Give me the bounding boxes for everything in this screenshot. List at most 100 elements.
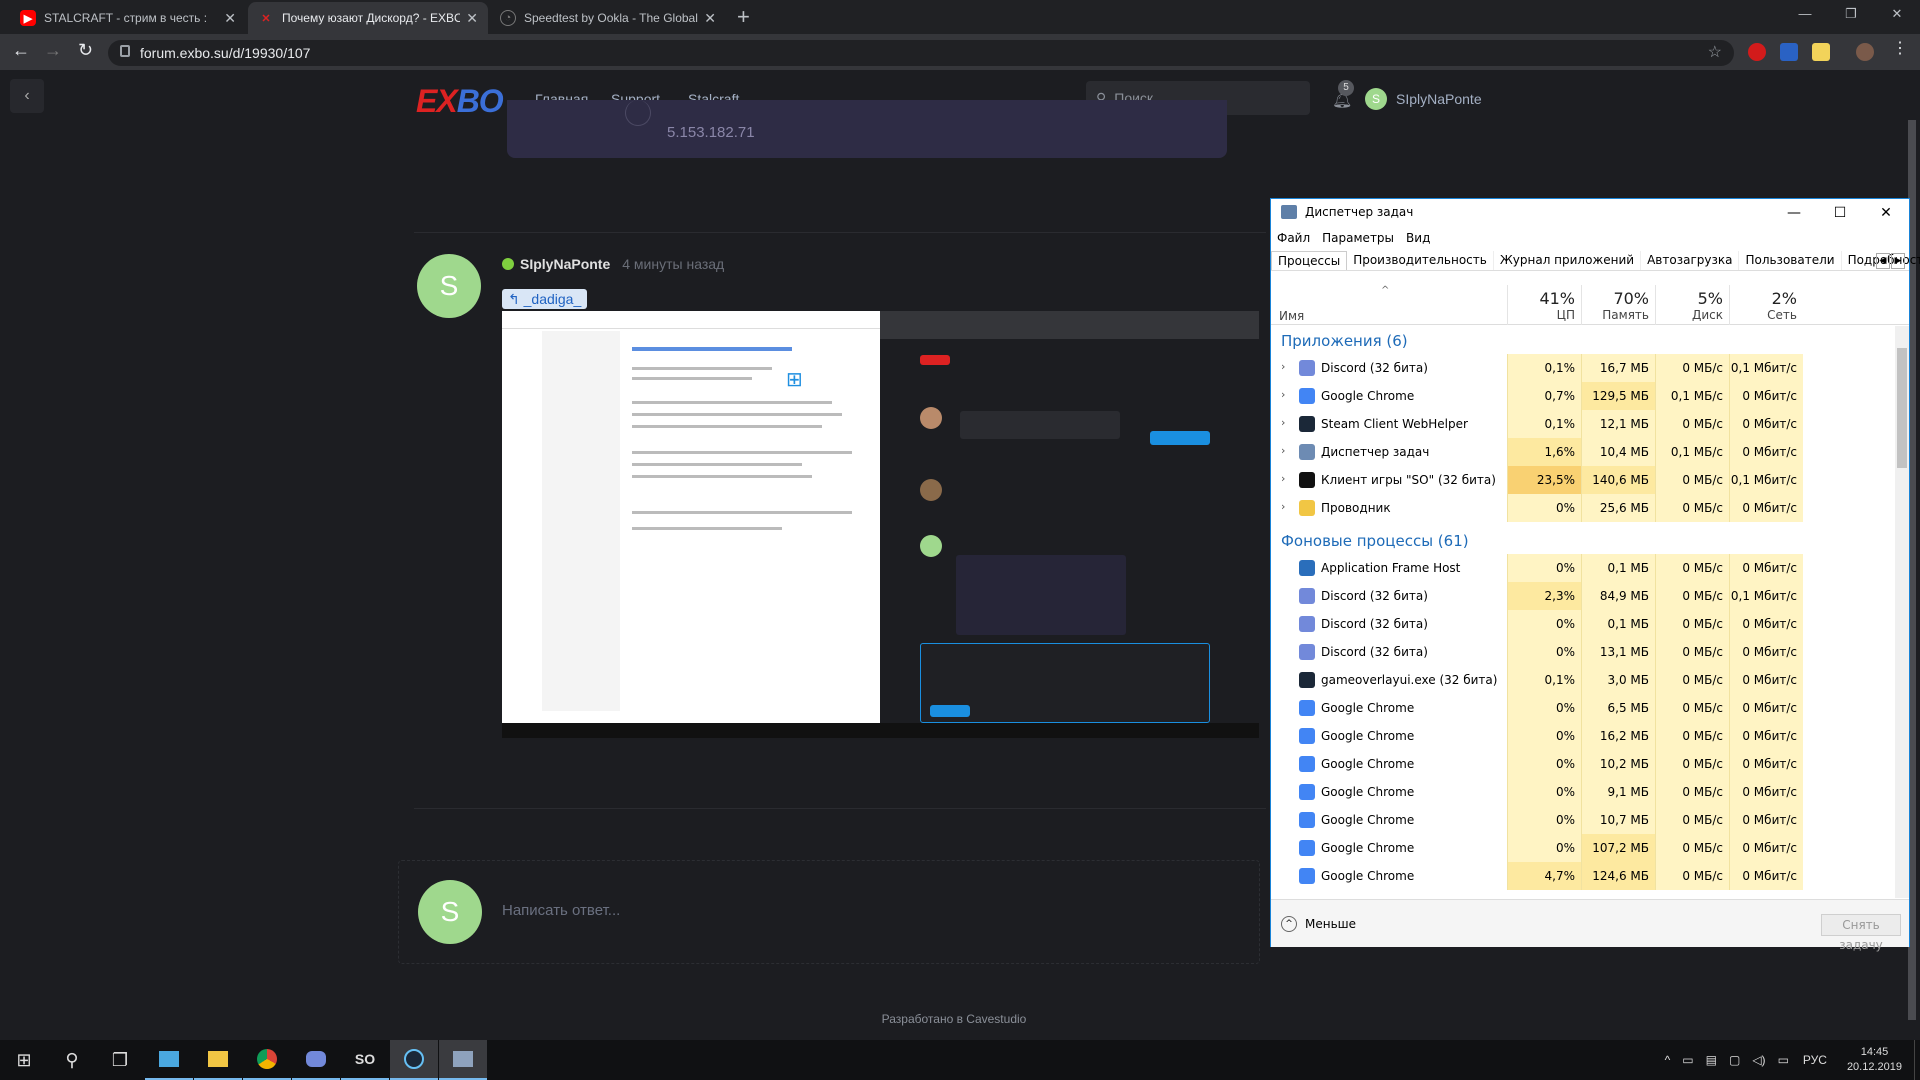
process-row[interactable]: › Клиент игры "SO" (32 бита) 23,5% 140,6 МБ…	[1271, 466, 1895, 494]
memory-value: 10,4 МБ	[1581, 438, 1655, 466]
reload-icon[interactable]: ↻	[78, 40, 93, 61]
menu-view[interactable]: Вид	[1406, 231, 1430, 245]
tray-app-icon[interactable]: ▭	[1676, 1053, 1699, 1067]
show-desktop-button[interactable]	[1914, 1040, 1920, 1080]
clock[interactable]: 14:45 20.12.2019	[1835, 1045, 1914, 1075]
profile-avatar[interactable]	[1856, 43, 1874, 61]
process-row[interactable]: › Discord (32 бита) 0,1% 16,7 МБ 0 МБ/с 0,1 М…	[1271, 354, 1895, 382]
fewer-details-button[interactable]: ^ Меньше	[1281, 916, 1356, 932]
post-avatar[interactable]: S	[417, 254, 481, 318]
process-row[interactable]: Google Chrome 4,7% 124,6 МБ 0 МБ/с 0 Мбит/с	[1271, 862, 1895, 890]
back-icon[interactable]: ←	[12, 40, 30, 61]
process-row[interactable]: Discord (32 бита) 0% 0,1 МБ 0 МБ/с 0 Мбит/с	[1271, 610, 1895, 638]
process-row[interactable]: Google Chrome 0% 6,5 МБ 0 МБ/с 0 Мбит/с	[1271, 694, 1895, 722]
back-button[interactable]: ‹	[10, 79, 44, 113]
process-row[interactable]: gameoverlayui.exe (32 бита) 0,1% 3,0 МБ 0 М…	[1271, 666, 1895, 694]
extension-icon[interactable]	[1812, 43, 1830, 61]
expand-chevron-icon[interactable]: ›	[1281, 500, 1285, 513]
network-icon[interactable]: ▤	[1700, 1053, 1723, 1067]
expand-chevron-icon[interactable]: ›	[1281, 444, 1285, 457]
expand-chevron-icon[interactable]: ›	[1281, 416, 1285, 429]
scroll-thumb[interactable]	[1897, 348, 1907, 468]
volume-icon[interactable]: ◁)	[1746, 1053, 1771, 1067]
taskmgr-icon[interactable]	[439, 1040, 487, 1080]
reply-placeholder[interactable]: Написать ответ...	[502, 902, 620, 919]
col-network[interactable]: 2% Сеть	[1729, 285, 1803, 325]
group-apps-header[interactable]: Приложения (6)	[1281, 332, 1408, 350]
tab-startup[interactable]: Автозагрузка	[1641, 251, 1740, 270]
process-row[interactable]: Google Chrome 0% 10,7 МБ 0 МБ/с 0 Мбит/с	[1271, 806, 1895, 834]
maximize-icon[interactable]: ☐	[1817, 199, 1863, 227]
maximize-icon[interactable]: ❐	[1828, 0, 1874, 30]
tab-users[interactable]: Пользователи	[1739, 251, 1842, 270]
process-row[interactable]: Discord (32 бита) 2,3% 84,9 МБ 0 МБ/с 0,1 Мб…	[1271, 582, 1895, 610]
task-view-icon[interactable]: ❐	[96, 1040, 144, 1080]
new-tab-button[interactable]: +	[737, 4, 750, 30]
steam-icon[interactable]	[390, 1040, 438, 1080]
desktop-app-icon[interactable]	[145, 1040, 193, 1080]
reply-mention[interactable]: ↰ _dadiga_	[502, 289, 588, 309]
post-time[interactable]: 4 минуты назад	[622, 256, 724, 272]
menu-options[interactable]: Параметры	[1322, 231, 1394, 245]
language-indicator[interactable]: РУС	[1795, 1053, 1835, 1067]
minimize-icon[interactable]: —	[1782, 0, 1828, 30]
close-icon[interactable]: ✕	[704, 10, 716, 27]
discord-icon[interactable]	[292, 1040, 340, 1080]
process-row[interactable]: Google Chrome 0% 107,2 МБ 0 МБ/с 0 Мбит/с	[1271, 834, 1895, 862]
process-scrollbar[interactable]	[1895, 326, 1909, 898]
close-window-icon[interactable]: ✕	[1874, 0, 1920, 30]
close-icon[interactable]: ✕	[466, 10, 478, 27]
expand-chevron-icon[interactable]: ›	[1281, 388, 1285, 401]
expand-chevron-icon[interactable]: ›	[1281, 360, 1285, 373]
windows-start-icon[interactable]: ⊞	[0, 1040, 48, 1080]
chevron-left-icon[interactable]: ◀	[1876, 253, 1890, 269]
end-task-button[interactable]: Снять задачу	[1821, 914, 1901, 952]
chevron-right-icon[interactable]: ▶	[1891, 253, 1905, 269]
browser-tab[interactable]: ▶ STALCRAFT - стрим в честь : ✕	[10, 2, 246, 34]
group-background-header[interactable]: Фоновые процессы (61)	[1281, 532, 1469, 550]
exbo-logo[interactable]: EXBO	[416, 83, 504, 120]
tab-performance[interactable]: Производительность	[1347, 251, 1494, 270]
minimize-icon[interactable]: —	[1771, 199, 1817, 227]
tray-chevron-icon[interactable]: ^	[1659, 1053, 1677, 1067]
expand-chevron-icon[interactable]: ›	[1281, 472, 1285, 485]
col-disk[interactable]: 5% Диск	[1655, 285, 1729, 325]
user-menu[interactable]: SIplyNaPonte	[1396, 91, 1482, 107]
tab-app-history[interactable]: Журнал приложений	[1494, 251, 1642, 270]
so-game-icon[interactable]: SO	[341, 1040, 389, 1080]
memory-value: 3,0 МБ	[1581, 666, 1655, 694]
process-row[interactable]: Application Frame Host 0% 0,1 МБ 0 МБ/с 0 Мб…	[1271, 554, 1895, 582]
search-icon[interactable]: ⚲	[48, 1040, 96, 1080]
file-explorer-icon[interactable]	[194, 1040, 242, 1080]
browser-tab[interactable]: ◔ Speedtest by Ookla - The Global ✕	[490, 2, 726, 34]
process-row[interactable]: Google Chrome 0% 9,1 МБ 0 МБ/с 0 Мбит/с	[1271, 778, 1895, 806]
close-icon[interactable]: ✕	[224, 10, 236, 27]
col-name[interactable]: Имя	[1279, 309, 1304, 323]
post-username[interactable]: SIplyNaPonte	[520, 256, 610, 272]
process-row[interactable]: › Steam Client WebHelper 0,1% 12,1 МБ 0 МБ/с…	[1271, 410, 1895, 438]
address-bar[interactable]: forum.exbo.su/d/19930/107 ☆	[108, 40, 1734, 66]
adblock-extension-icon[interactable]	[1748, 43, 1766, 61]
extension-icon[interactable]	[1780, 43, 1798, 61]
avatar[interactable]: S	[1365, 88, 1387, 110]
tab-processes[interactable]: Процессы	[1271, 251, 1348, 270]
menu-file[interactable]: Файл	[1277, 231, 1310, 245]
bookmark-star-icon[interactable]: ☆	[1708, 42, 1722, 62]
process-row[interactable]: Discord (32 бита) 0% 13,1 МБ 0 МБ/с 0 Мбит/с	[1271, 638, 1895, 666]
post-screenshot-image[interactable]: ⊞	[502, 311, 1259, 738]
browser-tab-active[interactable]: ✕ Почему юзают Дискорд? - EXBO ✕	[248, 2, 488, 34]
process-row[interactable]: › Google Chrome 0,7% 129,5 МБ 0,1 МБ/с 0 Мбит…	[1271, 382, 1895, 410]
process-row[interactable]: Google Chrome 0% 16,2 МБ 0 МБ/с 0 Мбит/с	[1271, 722, 1895, 750]
process-row[interactable]: Google Chrome 0% 10,2 МБ 0 МБ/с 0 Мбит/с	[1271, 750, 1895, 778]
chrome-icon[interactable]	[243, 1040, 291, 1080]
forward-icon[interactable]: →	[44, 40, 62, 61]
col-memory[interactable]: 70% Память	[1581, 285, 1655, 325]
footer-credit[interactable]: Разработано в Cavestudio	[0, 1012, 1908, 1026]
tray-app-icon[interactable]: ▢	[1723, 1053, 1746, 1067]
menu-kebab-icon[interactable]: ⋮	[1892, 38, 1908, 58]
process-row[interactable]: › Проводник 0% 25,6 МБ 0 МБ/с 0 Мбит/с	[1271, 494, 1895, 522]
col-cpu[interactable]: 41% ЦП	[1507, 285, 1581, 325]
process-row[interactable]: › Диспетчер задач 1,6% 10,4 МБ 0,1 МБ/с 0 Мби…	[1271, 438, 1895, 466]
action-center-icon[interactable]: ▭	[1772, 1053, 1795, 1067]
close-icon[interactable]: ✕	[1863, 199, 1909, 227]
